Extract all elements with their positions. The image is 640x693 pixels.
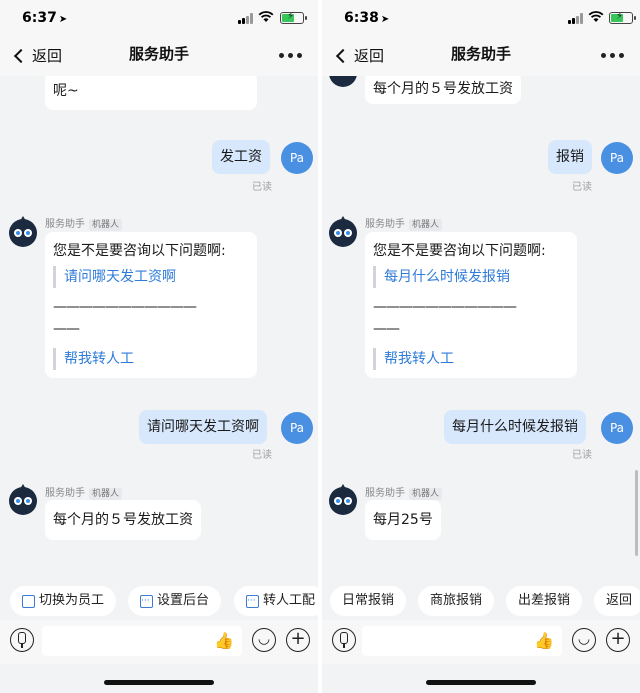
home-indicator bbox=[104, 680, 214, 685]
switch-icon bbox=[22, 594, 35, 608]
suggestion-prompt: 您是不是要咨询以下问题啊: bbox=[373, 243, 546, 259]
bot-message: 每个月的５号发放工资 bbox=[45, 500, 201, 540]
read-receipt: 已读 bbox=[572, 182, 592, 193]
suggestion-prompt: 您是不是要咨询以下问题啊: bbox=[53, 243, 226, 259]
thumbs-up-icon[interactable]: 👍 bbox=[534, 631, 554, 650]
message-text: 请问哪天发工资啊 bbox=[147, 419, 259, 435]
thumbs-up-icon[interactable]: 👍 bbox=[214, 631, 234, 650]
nav-bar: 返回 服务助手 bbox=[0, 36, 318, 76]
signal-icon bbox=[238, 13, 254, 24]
suggestion-option-human[interactable]: 帮我转人工 bbox=[373, 348, 569, 370]
bot-tag: 机器人 bbox=[409, 219, 443, 231]
divider-text: ——————————— bbox=[373, 299, 517, 315]
bot-tag: 机器人 bbox=[89, 488, 123, 500]
message-input[interactable]: 👍 bbox=[362, 626, 562, 656]
robot-avatar-icon[interactable] bbox=[326, 214, 360, 248]
chip-return[interactable]: 返回 bbox=[594, 586, 640, 616]
battery-icon: ⚡ bbox=[280, 11, 307, 24]
message-text: 每个月的５号发放工资 bbox=[373, 81, 513, 97]
bot-suggestion-card: 您是不是要咨询以下问题啊: 请问哪天发工资啊 ——————————— —— 帮我… bbox=[45, 232, 257, 378]
message-text: 呢~ bbox=[53, 83, 79, 99]
more-icon[interactable] bbox=[279, 53, 302, 58]
signal-icon bbox=[568, 13, 584, 24]
robot-avatar-icon[interactable] bbox=[6, 214, 40, 248]
divider-text: —— bbox=[53, 321, 80, 337]
user-message: 请问哪天发工资啊 bbox=[139, 410, 267, 444]
input-bar: 👍 ◡ + bbox=[0, 620, 318, 664]
message-text: 每月什么时候发报销 bbox=[452, 419, 578, 435]
wifi-icon bbox=[258, 11, 274, 22]
divider-text: ——————————— bbox=[53, 299, 197, 315]
chip-switch-employee[interactable]: 切换为员工 bbox=[10, 586, 117, 616]
suggestion-option-salary[interactable]: 请问哪天发工资啊 bbox=[53, 266, 249, 288]
nav-bar: 返回 服务助手 bbox=[322, 36, 640, 76]
status-bar: 6:38 ➤ ⚡ bbox=[322, 0, 640, 36]
bot-message: 每月25号 bbox=[365, 500, 441, 540]
user-avatar[interactable]: Pa bbox=[601, 142, 633, 174]
bot-tag: 机器人 bbox=[89, 219, 123, 231]
chip-travel-reimbursement[interactable]: 商旅报销 bbox=[418, 586, 495, 616]
chip-human-config[interactable]: 转人工配 bbox=[234, 586, 318, 616]
location-arrow-icon: ➤ bbox=[380, 14, 390, 25]
home-indicator bbox=[426, 680, 536, 685]
suggestion-option-human[interactable]: 帮我转人工 bbox=[53, 348, 249, 370]
user-avatar[interactable]: Pa bbox=[601, 412, 633, 444]
phone-screen-left: 6:37 ➤ ⚡ 返回 服务助手 呢~ 发工资 Pa 已读 服务助手 机器人 您… bbox=[0, 0, 318, 693]
sender-name: 服务助手 机器人 bbox=[365, 484, 443, 500]
read-receipt: 已读 bbox=[572, 450, 592, 461]
grid-icon bbox=[246, 586, 259, 616]
user-message: 每月什么时候发报销 bbox=[444, 410, 586, 444]
more-icon[interactable] bbox=[601, 53, 624, 58]
suggestion-option-reimbursement[interactable]: 每月什么时候发报销 bbox=[373, 266, 569, 288]
mic-icon[interactable] bbox=[332, 628, 356, 652]
chip-business-trip-reimbursement[interactable]: 出差报销 bbox=[506, 586, 583, 616]
plus-icon[interactable]: + bbox=[606, 628, 630, 652]
battery-icon: ⚡ bbox=[609, 11, 636, 24]
message-text: 报销 bbox=[556, 149, 584, 165]
page-title: 服务助手 bbox=[128, 45, 189, 63]
emoji-icon[interactable]: ◡ bbox=[252, 628, 276, 652]
robot-avatar-icon[interactable] bbox=[326, 482, 360, 516]
plus-icon[interactable]: + bbox=[286, 628, 310, 652]
status-bar: 6:37 ➤ ⚡ bbox=[0, 0, 318, 36]
message-input[interactable]: 👍 bbox=[42, 626, 242, 656]
page-title: 服务助手 bbox=[450, 45, 511, 63]
sender-name: 服务助手 机器人 bbox=[45, 484, 123, 500]
message-text: 每个月的５号发放工资 bbox=[53, 512, 193, 528]
sender-name: 服务助手 机器人 bbox=[365, 215, 443, 231]
chat-area[interactable]: 呢~ 发工资 Pa 已读 服务助手 机器人 您是不是要咨询以下问题啊: 请问哪天发… bbox=[0, 76, 318, 584]
chip-daily-reimbursement[interactable]: 日常报销 bbox=[330, 586, 407, 616]
user-avatar[interactable]: Pa bbox=[281, 412, 313, 444]
message-text: 每月25号 bbox=[373, 512, 433, 528]
read-receipt: 已读 bbox=[252, 450, 272, 461]
chip-settings-backend[interactable]: 设置后台 bbox=[128, 586, 222, 616]
quick-reply-bar: 切换为员工 设置后台 转人工配 bbox=[0, 584, 318, 620]
sender-name: 服务助手 机器人 bbox=[45, 215, 123, 231]
user-message: 报销 bbox=[548, 140, 592, 174]
input-bar: 👍 ◡ + bbox=[322, 620, 640, 664]
message-text: 发工资 bbox=[220, 149, 262, 165]
emoji-icon[interactable]: ◡ bbox=[572, 628, 596, 652]
robot-avatar-icon[interactable] bbox=[326, 76, 360, 88]
scrollbar[interactable] bbox=[635, 470, 638, 556]
divider-text: —— bbox=[373, 321, 400, 337]
read-receipt: 已读 bbox=[252, 182, 272, 193]
user-message: 发工资 bbox=[212, 140, 270, 174]
status-time: 6:38 ➤ bbox=[344, 10, 390, 26]
location-arrow-icon: ➤ bbox=[58, 14, 68, 25]
chat-area[interactable]: 每个月的５号发放工资 报销 Pa 已读 服务助手 机器人 您是不是要咨询以下问题啊… bbox=[322, 76, 640, 584]
wifi-icon bbox=[588, 11, 604, 22]
bot-message-partial: 每个月的５号发放工资 bbox=[365, 76, 521, 104]
status-time: 6:37 ➤ bbox=[22, 10, 68, 26]
user-avatar[interactable]: Pa bbox=[281, 142, 313, 174]
robot-avatar-icon[interactable] bbox=[6, 482, 40, 516]
quick-reply-bar: 日常报销 商旅报销 出差报销 返回 bbox=[322, 584, 640, 620]
grid-icon bbox=[140, 586, 153, 616]
mic-icon[interactable] bbox=[10, 628, 34, 652]
bot-suggestion-card: 您是不是要咨询以下问题啊: 每月什么时候发报销 ——————————— —— 帮… bbox=[365, 232, 577, 378]
bot-message-partial: 呢~ bbox=[45, 76, 257, 110]
phone-screen-right: 6:38 ➤ ⚡ 返回 服务助手 每个月的５号发放工资 报销 Pa 已读 服务助… bbox=[322, 0, 640, 693]
bot-tag: 机器人 bbox=[409, 488, 443, 500]
